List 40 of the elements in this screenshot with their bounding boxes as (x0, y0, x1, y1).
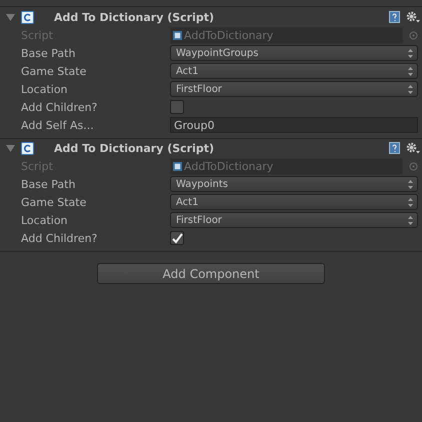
dropdown[interactable]: FirstFloor (170, 212, 418, 228)
object-picker-icon[interactable] (409, 30, 418, 40)
up-down-arrows-icon (408, 48, 413, 58)
dropdown[interactable]: FirstFloor (170, 81, 418, 97)
script-icon (173, 30, 182, 40)
component-title: Add To Dictionary (Script) (54, 142, 216, 154)
field-label: Location (21, 82, 69, 96)
text-field[interactable]: Group0 (170, 117, 418, 133)
help-book-icon[interactable] (389, 11, 400, 23)
foldout-arrow-icon[interactable] (6, 12, 15, 22)
field-label: Game State (21, 196, 88, 208)
checkmark-icon (172, 232, 182, 244)
script-file-icon (21, 142, 34, 154)
dropdown[interactable]: Waypoints (170, 176, 418, 192)
dropdown[interactable]: Act1 (170, 194, 418, 210)
field-label: Add Children? (21, 100, 98, 114)
dropdown[interactable]: WaypointGroups (170, 45, 418, 61)
field-label: Add Self As... (21, 118, 95, 132)
help-book-icon[interactable] (389, 142, 400, 154)
settings-icon[interactable] (406, 142, 420, 154)
up-down-arrows-icon (408, 198, 413, 206)
script-file-icon (21, 10, 34, 24)
add-component-button[interactable]: Add Component (97, 263, 325, 284)
up-down-arrows-icon (408, 66, 413, 76)
dropdown[interactable]: Act1 (170, 63, 418, 79)
up-down-arrows-icon (408, 84, 413, 94)
field-label: Game State (21, 64, 88, 78)
field-label: Location (21, 214, 69, 226)
checkbox[interactable] (170, 100, 184, 114)
object-picker-icon[interactable] (409, 162, 418, 170)
foldout-arrow-icon[interactable] (6, 144, 15, 152)
settings-icon[interactable] (406, 11, 420, 23)
up-down-arrows-icon (408, 216, 413, 224)
script-icon (173, 162, 182, 170)
up-down-arrows-icon (408, 180, 413, 188)
field-label: Base Path (21, 46, 76, 60)
field-label: Add Children? (21, 232, 98, 244)
checkbox[interactable] (170, 231, 184, 245)
field-label: Base Path (21, 178, 76, 190)
component-title: Add To Dictionary (Script) (54, 10, 216, 24)
